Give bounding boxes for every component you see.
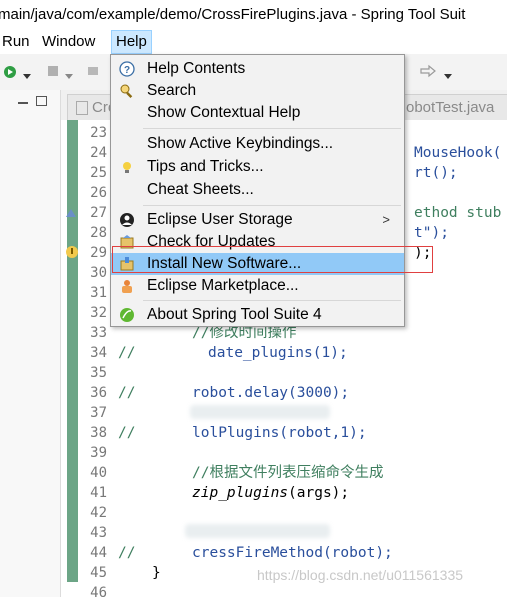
line-number: 40 bbox=[90, 465, 107, 481]
menu-item-label: Help Contents bbox=[147, 60, 246, 77]
line-number: 23 bbox=[90, 125, 107, 141]
line-number: 34 bbox=[90, 345, 107, 361]
line-number: 39 bbox=[90, 445, 107, 461]
line-number: 25 bbox=[90, 165, 107, 181]
line-number: 26 bbox=[90, 185, 107, 201]
function-args: (args); bbox=[288, 485, 350, 501]
comment-marker: // bbox=[118, 345, 136, 361]
chevron-down-icon[interactable] bbox=[22, 68, 36, 82]
line-number: 36 bbox=[90, 385, 107, 401]
left-pane bbox=[0, 90, 61, 597]
code-line: t"); bbox=[414, 225, 449, 241]
debug-icon[interactable] bbox=[86, 64, 100, 78]
chevron-down-icon[interactable] bbox=[64, 68, 78, 82]
menu-item-keybindings[interactable]: Show Active Keybindings... bbox=[111, 133, 404, 155]
code-line: zip_plugins(args); bbox=[192, 483, 349, 503]
line-number: 41 bbox=[90, 485, 107, 501]
menu-window[interactable]: Window bbox=[38, 30, 99, 54]
comment-marker: // bbox=[118, 425, 136, 441]
code-line: ethod stub bbox=[414, 205, 502, 221]
code-line: } bbox=[152, 565, 161, 581]
menu-item-label: Tips and Tricks... bbox=[147, 158, 264, 175]
menu-item-marketplace[interactable]: Eclipse Marketplace... bbox=[111, 275, 404, 297]
menu-separator bbox=[143, 205, 401, 206]
stop-icon[interactable] bbox=[46, 64, 60, 78]
line-number: 42 bbox=[90, 505, 107, 521]
line-number: 31 bbox=[90, 285, 107, 301]
menu-bar: Run Window Help bbox=[0, 30, 507, 54]
window-title-bar: main/java/com/example/demo/CrossFirePlug… bbox=[0, 0, 507, 30]
redacted-text bbox=[185, 524, 330, 538]
menu-item-label: Search bbox=[147, 82, 197, 99]
line-number: 44 bbox=[90, 545, 107, 561]
forward-icon[interactable] bbox=[420, 64, 436, 78]
line-number: 27 bbox=[90, 205, 107, 221]
menu-item-label: Cheat Sheets... bbox=[147, 181, 254, 198]
code-line: rt(); bbox=[414, 165, 458, 181]
help-contents-icon: ? bbox=[119, 61, 135, 77]
comment-marker: // bbox=[118, 545, 136, 561]
tips-icon bbox=[119, 159, 135, 175]
run-icon[interactable] bbox=[2, 64, 16, 78]
line-number: 30 bbox=[90, 265, 107, 281]
marketplace-icon bbox=[119, 278, 135, 294]
search-icon bbox=[119, 83, 135, 99]
java-file-icon bbox=[76, 101, 88, 116]
svg-text:?: ? bbox=[124, 65, 130, 76]
line-number: 43 bbox=[90, 525, 107, 541]
line-number: 32 bbox=[90, 305, 107, 321]
menu-separator bbox=[143, 128, 401, 129]
menu-item-contextual-help[interactable]: Show Contextual Help bbox=[111, 102, 404, 124]
line-number: 29 bbox=[90, 245, 107, 261]
help-menu-dropdown: ? Help Contents Search Show Contextual H… bbox=[110, 54, 405, 327]
code-line: MouseHook( bbox=[414, 145, 502, 161]
menu-item-user-storage[interactable]: Eclipse User Storage > bbox=[111, 209, 404, 231]
function-name: zip_plugins bbox=[192, 485, 289, 501]
menu-item-label: Show Active Keybindings... bbox=[147, 135, 334, 152]
menu-run[interactable]: Run bbox=[0, 30, 34, 54]
chevron-down-icon[interactable] bbox=[443, 68, 457, 82]
menu-item-help-contents[interactable]: ? Help Contents bbox=[111, 58, 404, 80]
code-comment: //根据文件列表压缩命令生成 bbox=[192, 465, 384, 481]
override-marker-icon[interactable] bbox=[65, 206, 77, 218]
line-number: 24 bbox=[90, 145, 107, 161]
line-number: 37 bbox=[90, 405, 107, 421]
menu-item-label: About Spring Tool Suite 4 bbox=[147, 306, 322, 323]
menu-item-cheat-sheets[interactable]: Cheat Sheets... bbox=[111, 179, 404, 201]
code-line: date_plugins(1); bbox=[208, 345, 348, 361]
menu-item-label: Show Contextual Help bbox=[147, 104, 301, 121]
line-number: 46 bbox=[90, 585, 107, 601]
spring-icon bbox=[119, 307, 135, 323]
change-gutter bbox=[67, 120, 78, 582]
menu-separator bbox=[143, 300, 401, 301]
tab-robottest-label: obotTest.java bbox=[406, 99, 495, 116]
watermark: https://blog.csdn.net/u011561335 bbox=[257, 567, 464, 583]
submenu-arrow-icon: > bbox=[382, 212, 390, 227]
line-number: 28 bbox=[90, 225, 107, 241]
code-line: robot.delay(3000); bbox=[192, 385, 350, 401]
menu-item-label: Eclipse User Storage bbox=[147, 211, 293, 228]
menu-item-label: Eclipse Marketplace... bbox=[147, 277, 299, 294]
code-line: cressFireMethod(robot); bbox=[192, 545, 393, 561]
line-number: 38 bbox=[90, 425, 107, 441]
line-number: 35 bbox=[90, 365, 107, 381]
menu-item-about[interactable]: About Spring Tool Suite 4 bbox=[111, 304, 404, 326]
window-title: main/java/com/example/demo/CrossFirePlug… bbox=[0, 6, 466, 23]
menu-item-tips[interactable]: Tips and Tricks... bbox=[111, 156, 404, 178]
comment-marker: // bbox=[118, 385, 136, 401]
menu-help[interactable]: Help bbox=[111, 30, 152, 54]
line-number: 45 bbox=[90, 565, 107, 581]
tab-robottest[interactable]: obotTest.java bbox=[397, 94, 507, 120]
line-number: 33 bbox=[90, 325, 107, 341]
minimize-icon[interactable] bbox=[18, 102, 28, 104]
code-line: lolPlugins(robot,1); bbox=[192, 425, 367, 441]
menu-item-search[interactable]: Search bbox=[111, 80, 404, 102]
redacted-text bbox=[190, 405, 330, 419]
annotation-highlight-box bbox=[112, 246, 433, 273]
user-storage-icon bbox=[119, 212, 135, 228]
warning-marker-icon[interactable] bbox=[65, 245, 79, 259]
maximize-icon[interactable] bbox=[36, 96, 47, 106]
